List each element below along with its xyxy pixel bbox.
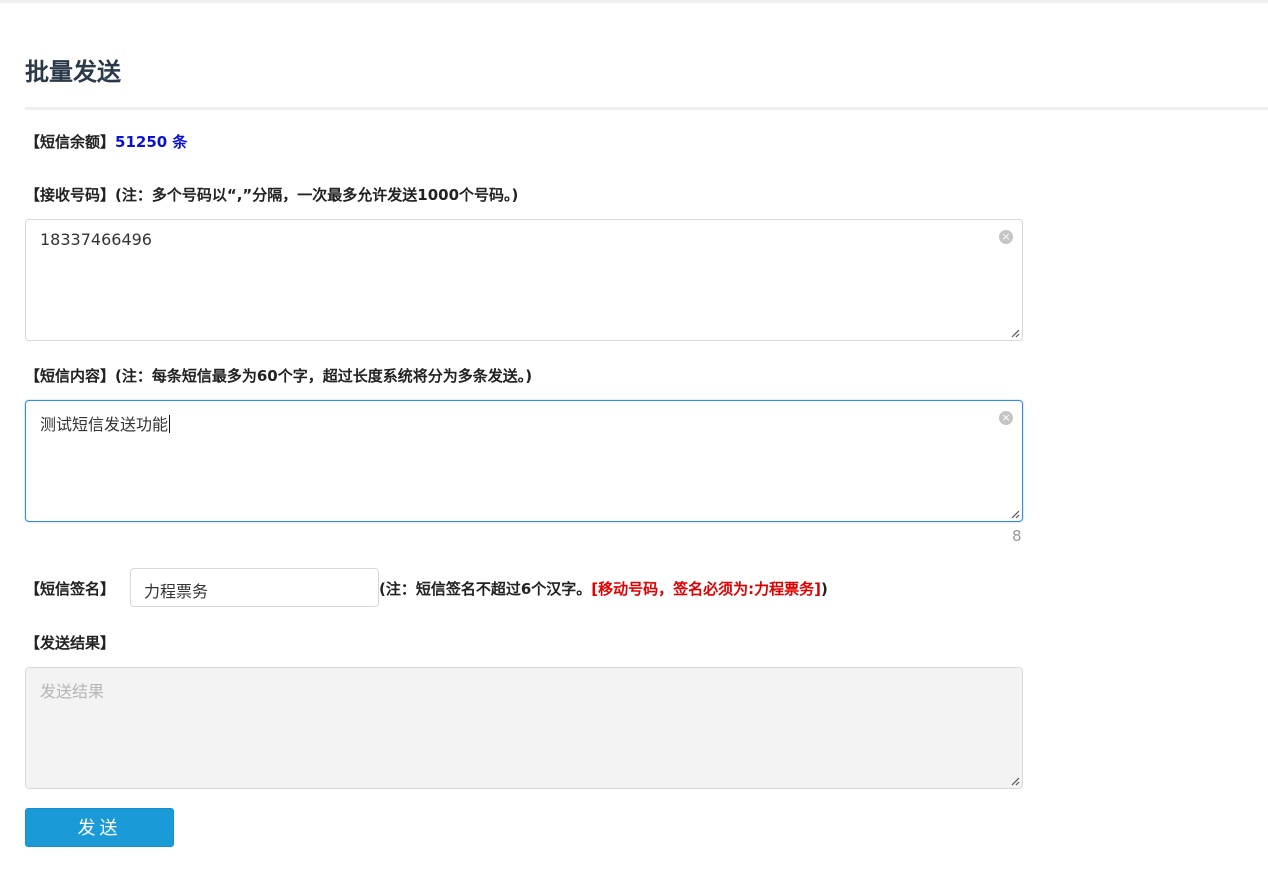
content-value: 测试短信发送功能 [40, 415, 169, 434]
signature-warning: [移动号码，签名必须为:力程票务] [591, 580, 822, 598]
recipients-textarea[interactable]: 18337466496 × [25, 219, 1023, 341]
signature-note-end: ) [821, 580, 828, 598]
balance-line: 【短信余额】51250 条 [25, 131, 187, 152]
send-button[interactable]: 发送 [25, 808, 174, 847]
text-caret [169, 415, 171, 433]
recipients-value: 18337466496 [40, 230, 152, 249]
char-counter: 8 [1012, 527, 1022, 545]
signature-input[interactable]: 力程票务 [130, 568, 379, 607]
result-textarea[interactable]: 发送结果 [25, 667, 1023, 789]
balance-value: 51250 条 [115, 133, 188, 151]
clear-icon[interactable]: × [999, 411, 1013, 425]
balance-label: 【短信余额】 [25, 133, 116, 151]
clear-icon[interactable]: × [999, 230, 1013, 244]
result-label: 【发送结果】 [25, 634, 116, 652]
resize-handle-icon[interactable] [1010, 328, 1020, 338]
signature-value: 力程票务 [144, 582, 209, 601]
signature-label: 【短信签名】 [25, 580, 116, 598]
content-text-wrap: 测试短信发送功能 [40, 411, 171, 435]
page-title: 批量发送 [25, 58, 121, 86]
title-divider [25, 107, 1268, 110]
content-textarea[interactable]: 测试短信发送功能 × [25, 400, 1023, 522]
result-placeholder: 发送结果 [40, 682, 105, 701]
signature-note: (注：短信签名不超过6个汉字。[移动号码，签名必须为:力程票务]) [379, 578, 828, 599]
recipients-label: 【接收号码】(注：多个号码以“,”分隔，一次最多允许发送1000个号码。) [25, 186, 519, 204]
content-label: 【短信内容】(注：每条短信最多为60个字，超过长度系统将分为多条发送。) [25, 367, 533, 385]
resize-handle-icon[interactable] [1010, 776, 1020, 786]
resize-handle-icon[interactable] [1010, 509, 1020, 519]
top-border [0, 0, 1268, 3]
signature-note-text: (注：短信签名不超过6个汉字。 [379, 580, 592, 598]
